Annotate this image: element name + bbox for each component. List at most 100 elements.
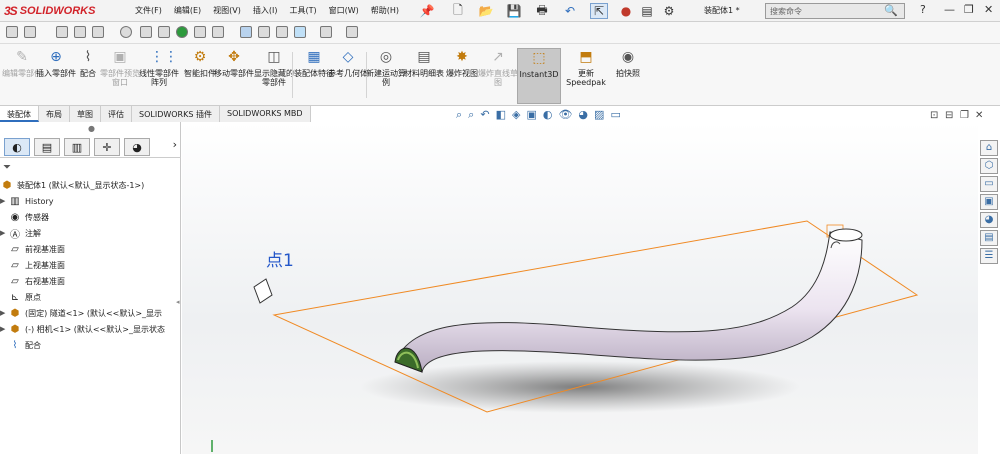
menu-view[interactable]: 视图(V) — [213, 5, 241, 16]
toolbar-icon-12[interactable] — [240, 26, 252, 38]
undo-icon[interactable]: ↶ — [562, 3, 578, 19]
tree-item-annotations[interactable]: ▶ Ⓐ 注解 — [0, 225, 181, 241]
toolbar-icon-8[interactable] — [158, 26, 170, 38]
menu-tools[interactable]: 工具(T) — [289, 5, 316, 16]
options-gear-icon[interactable]: ⚙ — [662, 3, 676, 19]
dimxpert-manager-tab-icon[interactable]: ✛ — [94, 138, 120, 156]
viewport-close-icon[interactable]: ✕ — [975, 110, 983, 121]
pin-icon[interactable]: 📌 — [420, 3, 435, 19]
property-manager-tab-icon[interactable]: ▤ — [34, 138, 60, 156]
model-canvas — [211, 220, 919, 452]
toolbar-icon-13[interactable] — [258, 26, 270, 38]
tree-item-mates[interactable]: ⌇ 配合 — [0, 337, 181, 353]
home-icon[interactable]: ⌂ — [980, 140, 998, 156]
viewport-restore-icon[interactable]: ❐ — [960, 110, 969, 121]
secondary-toolbar — [0, 22, 1000, 44]
location-icon[interactable] — [176, 26, 188, 38]
toolbar-icon-5[interactable] — [92, 26, 104, 38]
tree-item-tunnel[interactable]: ▶ ⬢ (固定) 隧道<1> (默认<<默认>_显示 — [0, 305, 181, 321]
search-icon[interactable]: 🔍 — [884, 4, 898, 17]
search-input[interactable]: 搜索命令 🔍 — [765, 3, 905, 19]
tree-item-history[interactable]: ▶ ▥ History — [0, 193, 181, 209]
update-speedpak-button[interactable]: ⬒ 更新Speedpak — [566, 48, 606, 104]
viewport-tile-icon[interactable]: ⊡ — [930, 110, 938, 121]
new-document-icon[interactable]: 🗋 — [450, 3, 466, 19]
expand-arrow-icon[interactable]: ▶ — [0, 309, 8, 317]
tab-sketch[interactable]: 草图 — [70, 106, 101, 122]
toolbar-icon-10[interactable] — [194, 26, 206, 38]
custom-properties-icon[interactable]: ▤ — [980, 230, 998, 246]
expand-arrow-icon[interactable]: ▶ — [0, 325, 8, 333]
tunnel-end-face[interactable] — [829, 228, 863, 242]
viewport-split-icon[interactable]: ⊟ — [945, 110, 953, 121]
menu-edit[interactable]: 编辑(E) — [174, 5, 201, 16]
toolbar-icon-15[interactable] — [294, 26, 306, 38]
point-sketch-plane[interactable] — [253, 278, 273, 304]
tree-root[interactable]: ⬢ 装配体1 (默认<默认_显示状态-1>) — [0, 177, 181, 193]
toolbar-icon-17[interactable] — [346, 26, 358, 38]
open-document-icon[interactable]: 📂 — [478, 3, 494, 19]
design-library-icon[interactable]: ⬡ — [980, 158, 998, 174]
view-gear-icon[interactable] — [120, 26, 132, 38]
rebuild-icon[interactable]: ● — [620, 3, 632, 19]
view-palette-icon[interactable]: ▣ — [980, 194, 998, 210]
tab-layout[interactable]: 布局 — [39, 106, 70, 122]
tab-mbd[interactable]: SOLIDWORKS MBD — [219, 106, 311, 122]
restore-button[interactable]: ❐ — [964, 3, 974, 16]
solidworks-logo[interactable]: 3S SOLIDWORKS — [4, 3, 95, 19]
reference-geometry-button[interactable]: ◇ 参考几何体 — [328, 48, 368, 104]
show-hidden-components-button[interactable]: ◫ 显示隐藏的零部件 — [254, 48, 294, 104]
toolbar-icon-11[interactable] — [212, 26, 224, 38]
expand-arrow-icon[interactable]: ▶ — [0, 197, 8, 205]
linear-pattern-button[interactable]: ⋮⋮ 线性零部件阵列 — [136, 48, 182, 104]
panel-collapse-handle[interactable]: ◂ — [176, 298, 180, 306]
toolbar-icon-14[interactable] — [276, 26, 288, 38]
move-component-button[interactable]: ✥ 移动零部件 — [214, 48, 254, 104]
toolbar-icon-3[interactable] — [56, 26, 68, 38]
menu-insert[interactable]: 插入(I) — [253, 5, 278, 16]
close-button[interactable]: ✕ — [984, 3, 993, 16]
save-icon[interactable]: 💾 — [506, 3, 522, 19]
filter-icon[interactable]: ⏷ — [3, 162, 11, 173]
expand-arrow-icon[interactable]: ▶ — [0, 229, 8, 237]
panel-grip-icon[interactable]: ● — [88, 124, 95, 133]
file-explorer-icon[interactable]: ▭ — [980, 176, 998, 192]
menu-help[interactable]: 帮助(H) — [371, 5, 399, 16]
menu-file[interactable]: 文件(F) — [135, 5, 162, 16]
bill-of-materials-button[interactable]: ▤ 材料明细表 — [404, 48, 444, 104]
feature-manager-tab-icon[interactable]: ◐ — [4, 138, 30, 156]
display-manager-tab-icon[interactable]: ◕ — [124, 138, 150, 156]
component-preview-button[interactable]: ▣ 零部件预览窗口 — [100, 48, 140, 104]
minimize-button[interactable]: — — [944, 3, 955, 16]
panel-expand-arrow-icon[interactable]: › — [173, 138, 177, 155]
new-motion-study-button[interactable]: ◎ 新建运动算例 — [366, 48, 406, 104]
tree-item-origin[interactable]: ⊾ 原点 — [0, 289, 181, 305]
sketch-tool-icon[interactable] — [6, 26, 18, 38]
configuration-manager-tab-icon[interactable]: ▥ — [64, 138, 90, 156]
tree-item-camera[interactable]: ▶ ⬢ (-) 相机<1> (默认<<默认>_显示状态 — [0, 321, 181, 337]
tree-item-right-plane[interactable]: ▱ 右视基准面 — [0, 273, 181, 289]
explode-line-sketch-button[interactable]: ↗ 爆炸直线草图 — [478, 48, 518, 104]
tab-evaluate[interactable]: 评估 — [101, 106, 132, 122]
menu-window[interactable]: 窗口(W) — [329, 5, 359, 16]
file-properties-icon[interactable]: ▤ — [640, 3, 654, 19]
toolbar-icon-4[interactable] — [74, 26, 86, 38]
tree-item-front-plane[interactable]: ▱ 前视基准面 — [0, 241, 181, 257]
appearances-icon[interactable]: ◕ — [980, 212, 998, 228]
graphics-viewport[interactable]: 点1 — [182, 122, 978, 454]
take-snapshot-button[interactable]: ◉ 拍快照 — [608, 48, 648, 104]
toolbar-icon-7[interactable] — [140, 26, 152, 38]
toolbar-icon-16[interactable] — [320, 26, 332, 38]
exploded-view-button[interactable]: ✸ 爆炸视图 — [442, 48, 482, 104]
help-icon[interactable]: ? — [920, 3, 926, 16]
print-icon[interactable]: 🖶 — [534, 3, 550, 19]
forum-icon[interactable]: ☰ — [980, 248, 998, 264]
instant3d-button[interactable]: ⬚ Instant3D — [517, 48, 561, 104]
dimension-tool-icon[interactable] — [24, 26, 36, 38]
tree-item-sensors[interactable]: ◉ 传感器 — [0, 209, 181, 225]
select-icon[interactable]: ⇱ — [590, 3, 608, 19]
tab-assembly[interactable]: 装配体 — [0, 106, 39, 122]
tunnel-tube-model[interactable] — [394, 231, 863, 373]
tab-addins[interactable]: SOLIDWORKS 插件 — [132, 106, 220, 122]
tree-item-top-plane[interactable]: ▱ 上视基准面 — [0, 257, 181, 273]
